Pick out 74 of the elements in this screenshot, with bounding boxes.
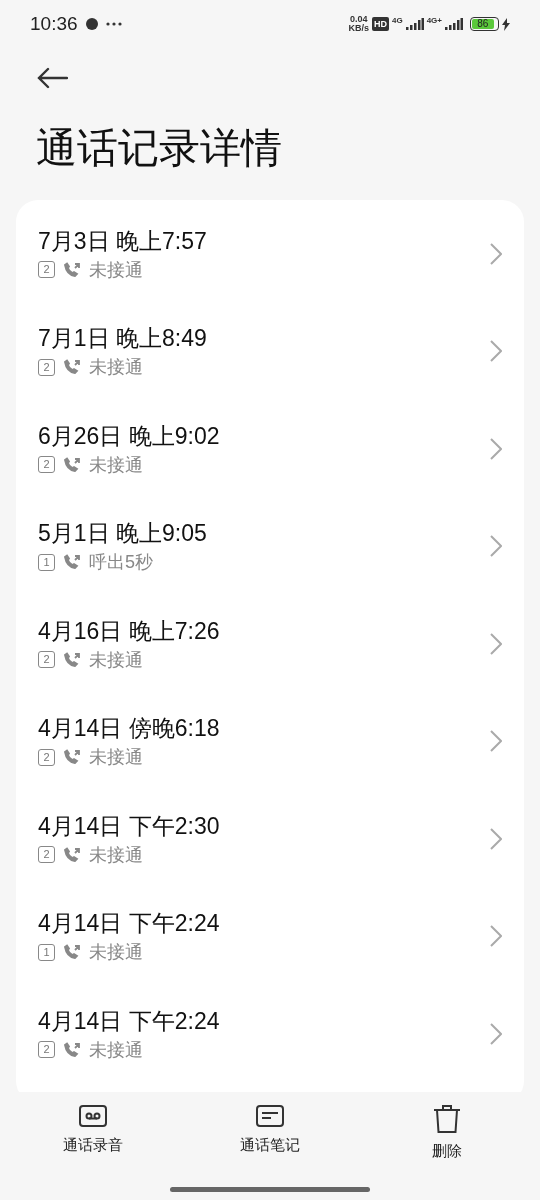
cassette-icon: [79, 1104, 107, 1128]
outgoing-call-icon: [63, 846, 81, 863]
chevron-right-icon: [490, 632, 502, 655]
chevron-right-icon: [490, 827, 502, 850]
speed-value: 0.04: [349, 15, 368, 24]
call-record-row[interactable]: 4月14日 下午2:24 2 未接通: [16, 985, 524, 1083]
toolbar-button[interactable]: 通话录音: [62, 1104, 124, 1163]
call-time: 4月14日 傍晚6:18: [38, 714, 220, 744]
call-time: 7月3日 晚上7:57: [38, 226, 207, 256]
call-status: 未接通: [89, 1038, 143, 1062]
outgoing-call-icon: [63, 261, 81, 278]
sim-badge: 2: [38, 358, 55, 376]
call-status: 未接通: [89, 453, 143, 477]
call-time: 6月26日 晚上9:02: [38, 421, 220, 451]
sim-badge: 2: [38, 846, 55, 864]
sim-badge: 2: [38, 1041, 55, 1059]
notification-icon: [85, 18, 98, 30]
call-status: 未接通: [89, 843, 143, 867]
outgoing-call-icon: [63, 359, 81, 376]
chevron-right-icon: [490, 1022, 502, 1045]
chevron-right-icon: [490, 730, 502, 753]
call-record-row[interactable]: 4月16日 晚上7:26 2 未接通: [16, 595, 524, 693]
signal-icon: [405, 18, 424, 30]
toolbar-button[interactable]: 删除: [416, 1104, 478, 1163]
sim-badge: 2: [38, 456, 55, 474]
sim-badge: 1: [38, 553, 55, 571]
chevron-right-icon: [490, 437, 502, 460]
call-status: 未接通: [89, 258, 143, 282]
call-time: 5月1日 晚上9:05: [38, 519, 207, 549]
call-status: 未接通: [89, 941, 143, 965]
call-record-row[interactable]: 5月1日 晚上9:05 1 呼出5秒: [16, 497, 524, 595]
sim-badge: 2: [38, 651, 55, 669]
call-time: 4月16日 晚上7:26: [38, 616, 220, 646]
call-record-row[interactable]: 7月1日 晚上8:49 2 未接通: [16, 302, 524, 400]
page-title: 通话记录详情: [36, 124, 283, 173]
outgoing-call-icon: [63, 1041, 81, 1058]
charging-icon: [502, 17, 510, 31]
toolbar-button[interactable]: 通话笔记: [239, 1104, 301, 1163]
outgoing-call-icon: [63, 456, 81, 473]
signal-icon: [445, 18, 463, 30]
call-status: 未接通: [89, 356, 143, 380]
call-status: 呼出5秒: [89, 551, 153, 575]
battery-level: 86: [477, 19, 489, 29]
call-status: 未接通: [89, 648, 143, 672]
network-label: 4G+: [426, 15, 442, 27]
hd-badge: HD: [372, 17, 389, 31]
call-time: 7月1日 晚上8:49: [38, 324, 207, 354]
chevron-right-icon: [490, 242, 502, 265]
network-label: 4G: [392, 15, 403, 27]
note-icon: [256, 1104, 284, 1128]
chevron-right-icon: [490, 925, 502, 948]
chevron-right-icon: [490, 535, 502, 558]
speed-unit: KB/s: [348, 24, 369, 33]
call-record-row[interactable]: 4月14日 下午2:24 1 未接通: [16, 887, 524, 985]
trash-icon: [433, 1104, 461, 1134]
sim-badge: 1: [38, 943, 55, 961]
outgoing-call-icon: [63, 651, 81, 668]
more-dots-icon: [105, 22, 122, 26]
call-time: 4月14日 下午2:24: [38, 1006, 220, 1036]
call-time: 4月14日 下午2:24: [38, 909, 220, 939]
call-record-row[interactable]: 4月14日 傍晚6:18 2 未接通: [16, 692, 524, 790]
call-record-row[interactable]: 7月3日 晚上7:57 2 未接通: [16, 205, 524, 303]
call-record-row[interactable]: 6月26日 晚上9:02 2 未接通: [16, 400, 524, 498]
back-arrow-icon: [36, 67, 68, 89]
chevron-right-icon: [490, 340, 502, 363]
sim-badge: 2: [38, 261, 55, 279]
call-status: 未接通: [89, 746, 143, 770]
clock-time: 10:36: [30, 11, 78, 36]
outgoing-call-icon: [63, 554, 81, 571]
outgoing-call-icon: [63, 749, 81, 766]
outgoing-call-icon: [63, 944, 81, 961]
call-record-row[interactable]: 4月14日 下午2:30 2 未接通: [16, 790, 524, 888]
sim-badge: 2: [38, 748, 55, 766]
call-time: 4月14日 下午2:30: [38, 811, 220, 841]
